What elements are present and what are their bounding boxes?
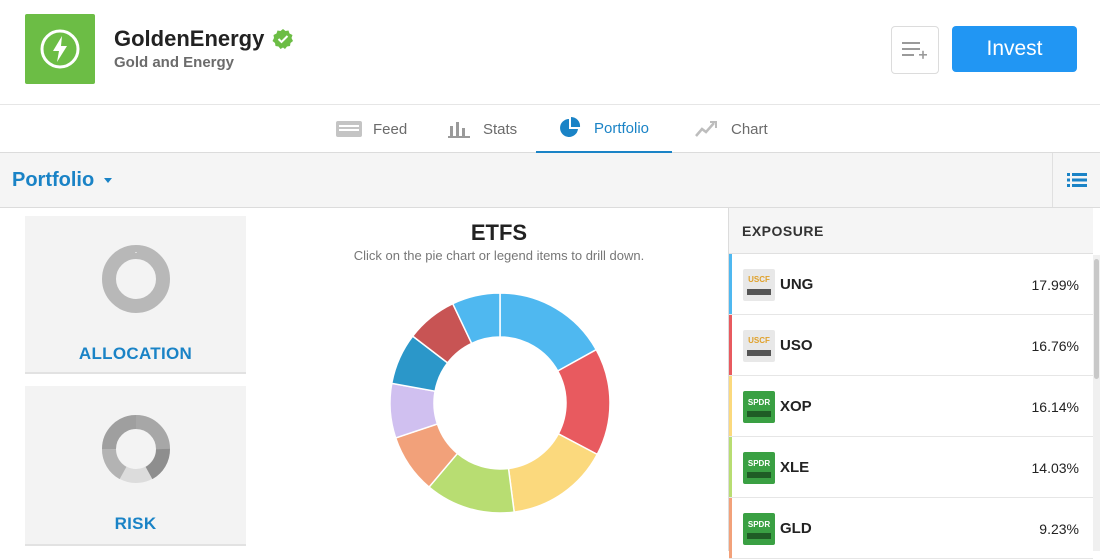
etf-logo-icon: USCF [743, 269, 775, 301]
exposure-symbol: XOP [780, 398, 812, 415]
stats-icon [445, 118, 473, 140]
exposure-symbol: UNG [780, 276, 814, 293]
etf-logo-icon: USCF [743, 330, 775, 362]
etf-logo-icon: SPDR [743, 513, 775, 545]
etfs-chart: ETFS Click on the pie chart or legend it… [270, 208, 728, 551]
exposure-row-gld[interactable]: SPDR GLD 9.23% [729, 498, 1093, 559]
exposure-panel: EXPOSURE USCF UNG 17.99% USCF USO 16.76% SPDR X… [728, 208, 1100, 559]
portfolio-dropdown[interactable]: Portfolio [12, 169, 113, 192]
exposure-percent: 16.14% [1031, 399, 1079, 415]
scrollbar-thumb[interactable] [1094, 259, 1099, 379]
risk-label: RISK [114, 514, 157, 533]
tab-stats[interactable]: Stats [445, 105, 517, 153]
profile-name: GoldenEnergy [114, 26, 265, 51]
verified-badge-icon [272, 29, 294, 49]
chart-title: ETFS [470, 220, 528, 245]
tab-chart-label: Chart [731, 120, 768, 138]
risk-donut-icon [102, 415, 170, 483]
tab-stats-label: Stats [483, 120, 518, 138]
invest-button[interactable]: Invest [952, 26, 1077, 72]
profile-subtitle: Gold and Energy [114, 54, 235, 71]
risk-card[interactable]: RISK [25, 386, 246, 546]
allocation-card[interactable]: ALLOCATION [25, 216, 246, 374]
exposure-symbol: GLD [780, 520, 812, 537]
exposure-color-bar [729, 498, 732, 558]
exposure-row-xop[interactable]: SPDR XOP 16.14% [729, 376, 1093, 437]
exposure-color-bar [729, 437, 732, 497]
tab-chart[interactable]: Chart [693, 105, 768, 153]
category-cards: ALLOCATION RISK [0, 208, 270, 551]
portfolio-dropdown-label: Portfolio [12, 169, 95, 191]
tab-feed[interactable]: Feed [335, 105, 407, 153]
profile-tabs: Feed Stats Portfolio Chart [0, 104, 1100, 153]
exposure-row-ung[interactable]: USCF UNG 17.99% [729, 254, 1093, 315]
exposure-color-bar [729, 315, 732, 375]
chevron-down-icon [104, 178, 113, 183]
exposure-percent: 16.76% [1031, 338, 1079, 354]
profile-logo [25, 14, 95, 84]
exposure-row-xle[interactable]: SPDR XLE 14.03% [729, 437, 1093, 498]
tab-portfolio-label: Portfolio [594, 119, 650, 137]
exposure-symbol: XLE [780, 459, 810, 476]
exposure-percent: 17.99% [1031, 277, 1079, 293]
list-view-button[interactable] [1052, 153, 1100, 207]
lightning-icon [40, 29, 80, 69]
tab-feed-label: Feed [373, 120, 408, 138]
list-icon [1066, 173, 1087, 187]
exposure-header: EXPOSURE [729, 208, 1093, 254]
etfs-donut-chart[interactable] [380, 283, 620, 523]
allocation-donut-icon [102, 245, 170, 313]
exposure-color-bar [729, 254, 732, 314]
exposure-scrollbar[interactable] [1093, 255, 1100, 551]
exposure-color-bar [729, 376, 732, 436]
chart-hint: Click on the pie chart or legend items t… [353, 248, 645, 263]
etf-logo-icon: SPDR [743, 391, 775, 423]
portfolio-subbar: Portfolio [0, 153, 1100, 208]
allocation-label: ALLOCATION [78, 344, 193, 363]
exposure-row-uso[interactable]: USCF USO 16.76% [729, 315, 1093, 376]
feed-icon [335, 118, 363, 140]
exposure-symbol: USO [780, 337, 813, 354]
profile-header: GoldenEnergy Gold and Energy Invest [0, 0, 1100, 104]
etf-logo-icon: SPDR [743, 452, 775, 484]
chart-icon [693, 118, 721, 140]
exposure-percent: 9.23% [1039, 521, 1079, 537]
add-to-list-icon [902, 42, 927, 59]
watchlist-button[interactable] [891, 26, 939, 74]
portfolio-icon [556, 117, 584, 139]
tab-portfolio[interactable]: Portfolio [536, 105, 672, 153]
exposure-percent: 14.03% [1031, 460, 1079, 476]
